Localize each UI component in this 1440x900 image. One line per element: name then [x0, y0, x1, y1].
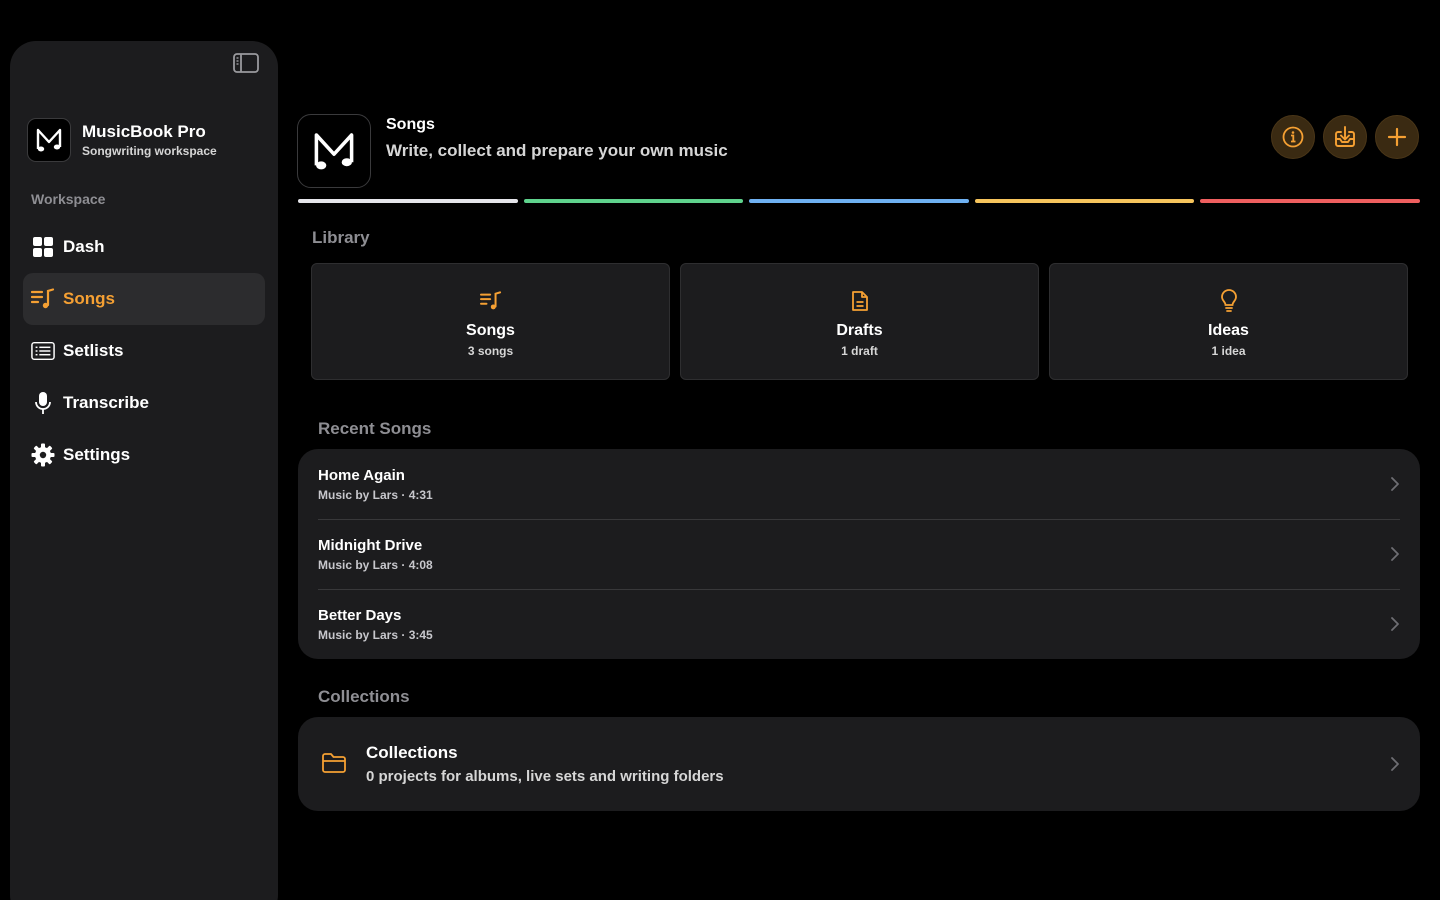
song-meta: Music by Lars · 4:31: [318, 488, 433, 502]
library-card-drafts[interactable]: Drafts 1 draft: [680, 263, 1039, 380]
microphone-icon: [31, 391, 55, 415]
import-icon: [1335, 126, 1355, 147]
chevron-right-icon: [1391, 757, 1399, 771]
info-button[interactable]: [1271, 115, 1315, 159]
document-icon: [851, 289, 869, 313]
song-title: Midnight Drive: [318, 537, 423, 554]
add-button[interactable]: [1375, 115, 1419, 159]
chevron-right-icon: [1391, 617, 1399, 631]
color-bar: [298, 199, 518, 203]
list-icon: [31, 339, 55, 363]
color-bar: [974, 199, 1195, 203]
color-bar: [523, 199, 744, 203]
sidebar-item-dash[interactable]: Dash: [23, 221, 265, 273]
card-title: Drafts: [836, 322, 883, 339]
collections-title: Collections: [366, 743, 458, 762]
sidebar-item-label: Songs: [63, 289, 115, 308]
card-count: 1 idea: [1211, 344, 1246, 358]
color-bars: [298, 199, 1420, 203]
song-row[interactable]: Midnight Drive Music by Lars · 4:08: [298, 519, 1420, 589]
card-title: Ideas: [1208, 322, 1249, 339]
gear-icon: [31, 443, 55, 467]
sidebar-toggle-button[interactable]: [232, 51, 260, 75]
color-bar: [749, 199, 969, 203]
sidebar-item-setlists[interactable]: Setlists: [23, 325, 265, 377]
chevron-right-icon: [1391, 477, 1399, 491]
page-title: Songs: [386, 116, 435, 133]
sidebar-item-settings[interactable]: Settings: [23, 429, 265, 481]
color-bar: [1200, 199, 1420, 203]
plus-icon: [1387, 127, 1407, 147]
library-card-ideas[interactable]: Ideas 1 idea: [1049, 263, 1408, 380]
song-title: Home Again: [318, 467, 405, 484]
brand-logo-icon: [27, 118, 71, 162]
sidebar-item-transcribe[interactable]: Transcribe: [23, 377, 265, 429]
music-list-icon: [31, 287, 55, 311]
grid-icon: [31, 235, 55, 259]
library-cards: Songs 3 songs Drafts 1 draft Ideas 1 ide…: [311, 263, 1408, 380]
song-row[interactable]: Home Again Music by Lars · 4:31: [298, 449, 1420, 519]
sidebar-item-label: Dash: [63, 237, 105, 256]
song-meta: Music by Lars · 4:08: [318, 558, 433, 572]
card-title: Songs: [466, 322, 515, 339]
import-button[interactable]: [1323, 115, 1367, 159]
library-section-label: Library: [312, 228, 370, 247]
sidebar-nav: Dash Songs Setlists Transcribe Settings: [23, 221, 265, 481]
song-title: Better Days: [318, 607, 402, 624]
brand-subtitle: Songwriting workspace: [82, 144, 217, 158]
app-logo-icon: [297, 114, 371, 188]
card-count: 3 songs: [467, 344, 514, 358]
sidebar-item-label: Transcribe: [63, 393, 149, 412]
lightbulb-icon: [1220, 289, 1238, 313]
recent-songs-section-label: Recent Songs: [318, 419, 432, 438]
collections-subtitle: 0 projects for albums, live sets and wri…: [366, 768, 724, 785]
brand-name: MusicBook Pro: [82, 122, 206, 141]
header-actions: [1271, 115, 1419, 159]
sidebar-toggle-icon: [233, 53, 259, 73]
music-list-icon: [479, 289, 502, 313]
recent-songs-list: Home Again Music by Lars · 4:31 Midnight…: [298, 449, 1420, 659]
page-subtitle: Write, collect and prepare your own musi…: [386, 141, 728, 160]
sidebar-item-songs[interactable]: Songs: [23, 273, 265, 325]
sidebar: MusicBook Pro Songwriting workspace Work…: [10, 41, 278, 900]
collections-card[interactable]: Collections 0 projects for albums, live …: [298, 717, 1420, 811]
sidebar-item-label: Settings: [63, 445, 131, 464]
sidebar-item-label: Setlists: [63, 341, 124, 360]
library-card-songs[interactable]: Songs 3 songs: [311, 263, 670, 380]
song-row[interactable]: Better Days Music by Lars · 3:45: [298, 589, 1420, 659]
collections-section-label: Collections: [318, 687, 410, 706]
info-icon: [1282, 126, 1304, 148]
folder-icon: [322, 753, 346, 773]
card-count: 1 draft: [841, 344, 878, 358]
song-meta: Music by Lars · 3:45: [318, 628, 433, 642]
chevron-right-icon: [1391, 547, 1399, 561]
brand: MusicBook Pro Songwriting workspace: [27, 118, 217, 162]
sidebar-section-label: Workspace: [31, 191, 106, 207]
